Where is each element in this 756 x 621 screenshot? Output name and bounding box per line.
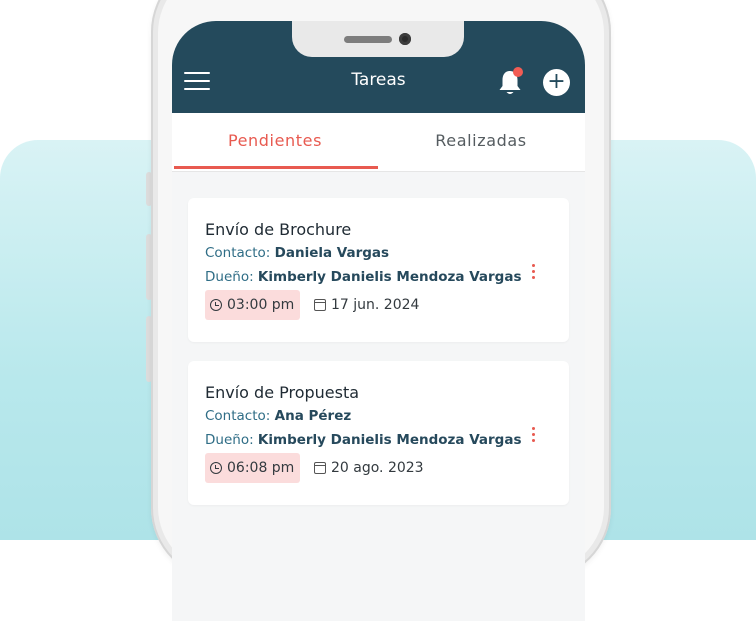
clock-icon <box>210 299 222 311</box>
owner-name: Kimberly Danielis Mendoza Vargas <box>257 269 522 285</box>
active-tab-indicator <box>174 166 378 169</box>
notification-dot <box>513 67 523 77</box>
owner-name: Kimberly Danielis Mendoza Vargas <box>257 432 522 448</box>
contact-label: Contacto: <box>205 408 271 424</box>
task-title: Envío de Brochure <box>205 220 352 239</box>
clock-icon <box>210 462 222 474</box>
owner-label: Dueño: <box>205 269 254 285</box>
task-time: 03:00 pm <box>227 297 295 313</box>
more-options-icon[interactable] <box>528 264 538 282</box>
task-time-chip: 06:08 pm <box>205 453 301 483</box>
task-contact: Contacto: Daniela Vargas <box>205 245 389 261</box>
task-owner: Dueño: Kimberly Danielis Mendoza Vargas <box>205 269 521 285</box>
contact-label: Contacto: <box>205 245 271 261</box>
task-time: 06:08 pm <box>227 460 295 476</box>
tab-realizadas[interactable]: Realizadas <box>378 131 584 150</box>
task-contact: Contacto: Ana Pérez <box>205 408 351 424</box>
task-time-chip: 03:00 pm <box>205 290 301 320</box>
tab-pendientes[interactable]: Pendientes <box>172 131 378 150</box>
page-title: Tareas <box>351 70 406 90</box>
task-date-text: 20 ago. 2023 <box>331 460 424 476</box>
task-card[interactable]: Envío de Brochure Contacto: Daniela Varg… <box>188 198 569 342</box>
speaker-grille <box>344 36 392 43</box>
task-date: 17 jun. 2024 <box>314 297 419 313</box>
task-owner: Dueño: Kimberly Danielis Mendoza Vargas <box>205 432 521 448</box>
contact-name: Daniela Vargas <box>274 245 390 261</box>
calendar-icon <box>314 299 326 311</box>
task-title: Envío de Propuesta <box>205 383 360 402</box>
task-card[interactable]: Envío de Propuesta Contacto: Ana Pérez D… <box>188 361 569 505</box>
task-date: 20 ago. 2023 <box>314 460 424 476</box>
tab-bar: Pendientes Realizadas <box>172 113 585 172</box>
owner-label: Dueño: <box>205 432 254 448</box>
app-screen: Tareas + Pendientes Realizadas Envío de … <box>172 21 585 621</box>
task-date-text: 17 jun. 2024 <box>331 297 420 313</box>
calendar-icon <box>314 462 326 474</box>
phone-notch <box>292 21 464 57</box>
camera-icon <box>399 33 411 45</box>
app-header: Tareas + <box>172 21 585 113</box>
more-options-icon[interactable] <box>528 427 538 445</box>
contact-name: Ana Pérez <box>274 408 352 424</box>
add-task-button[interactable]: + <box>543 69 570 96</box>
bell-icon[interactable] <box>497 67 523 97</box>
